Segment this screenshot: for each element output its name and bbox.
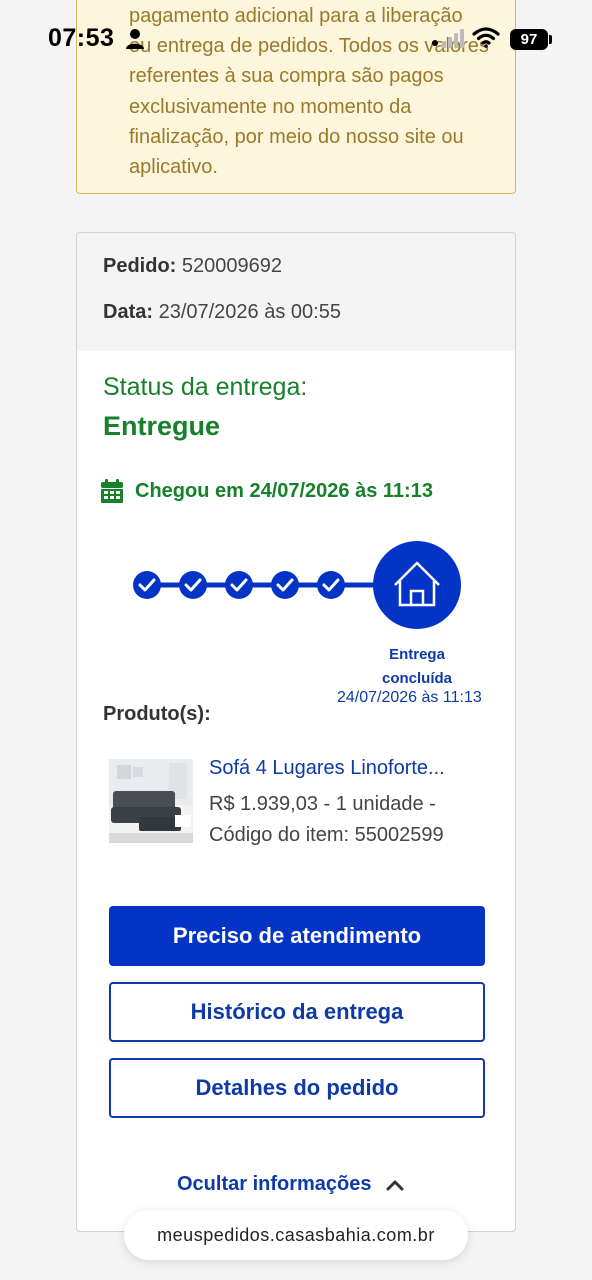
product-name-link[interactable]: Sofá 4 Lugares Linoforte... — [209, 757, 445, 780]
step-5-check-icon — [317, 571, 345, 599]
step-4-check-icon — [271, 571, 299, 599]
delivered-house-icon — [373, 541, 461, 629]
hide-info-toggle[interactable]: Ocultar informações — [177, 1173, 404, 1196]
arrival-info: Chegou em 24/07/2026 às 11:13 — [101, 479, 433, 503]
order-date-row: Data: 23/07/2026 às 00:55 — [103, 301, 489, 347]
product-info: R$ 1.939,03 - 1 unidade - Código do item… — [209, 789, 499, 851]
order-number-row: Pedido: 520009692 — [103, 255, 489, 301]
order-card: Pedido: 520009692 Data: 23/07/2026 às 00… — [76, 232, 516, 1232]
product-price: R$ 1.939,03 - 1 unidade - — [209, 793, 436, 815]
order-details-button[interactable]: Detalhes do pedido — [109, 1058, 485, 1118]
arrival-text: Chegou em 24/07/2026 às 11:13 — [135, 479, 433, 502]
support-button[interactable]: Preciso de atendimento — [109, 906, 485, 966]
delivery-history-button[interactable]: Histórico da entrega — [109, 982, 485, 1042]
hide-info-label: Ocultar informações — [177, 1173, 372, 1195]
final-step-label: Entrega concluída — [381, 646, 452, 687]
delivery-status-label: Status da entrega: — [103, 373, 308, 401]
order-header: Pedido: 520009692 Data: 23/07/2026 às 00… — [77, 233, 515, 351]
order-number: 520009692 — [181, 255, 283, 277]
final-step-date: 24/07/2026 às 11:13 — [337, 689, 482, 706]
payment-notice: pagamento adicional para a liberação ou … — [76, 0, 516, 194]
calendar-icon — [101, 479, 123, 503]
order-number-label: Pedido: — [103, 255, 177, 277]
step-3-check-icon — [225, 571, 253, 599]
battery-cap — [549, 35, 552, 44]
browser-url-bar[interactable]: meuspedidos.casasbahia.com.br — [124, 1210, 468, 1260]
payment-notice-text: pagamento adicional para a liberação ou … — [129, 5, 489, 179]
step-2-check-icon — [179, 571, 207, 599]
product-code: Código do item: 55002599 — [209, 824, 444, 846]
step-1-check-icon — [133, 571, 161, 599]
delivery-status-value: Entregue — [103, 411, 221, 441]
products-label: Produto(s): — [103, 703, 211, 725]
order-date-label: Data: — [103, 301, 154, 323]
delivery-tracker — [133, 541, 461, 629]
chevron-up-icon — [386, 1180, 404, 1190]
order-date: 23/07/2026 às 00:55 — [158, 301, 341, 323]
product-thumbnail[interactable] — [109, 759, 193, 843]
